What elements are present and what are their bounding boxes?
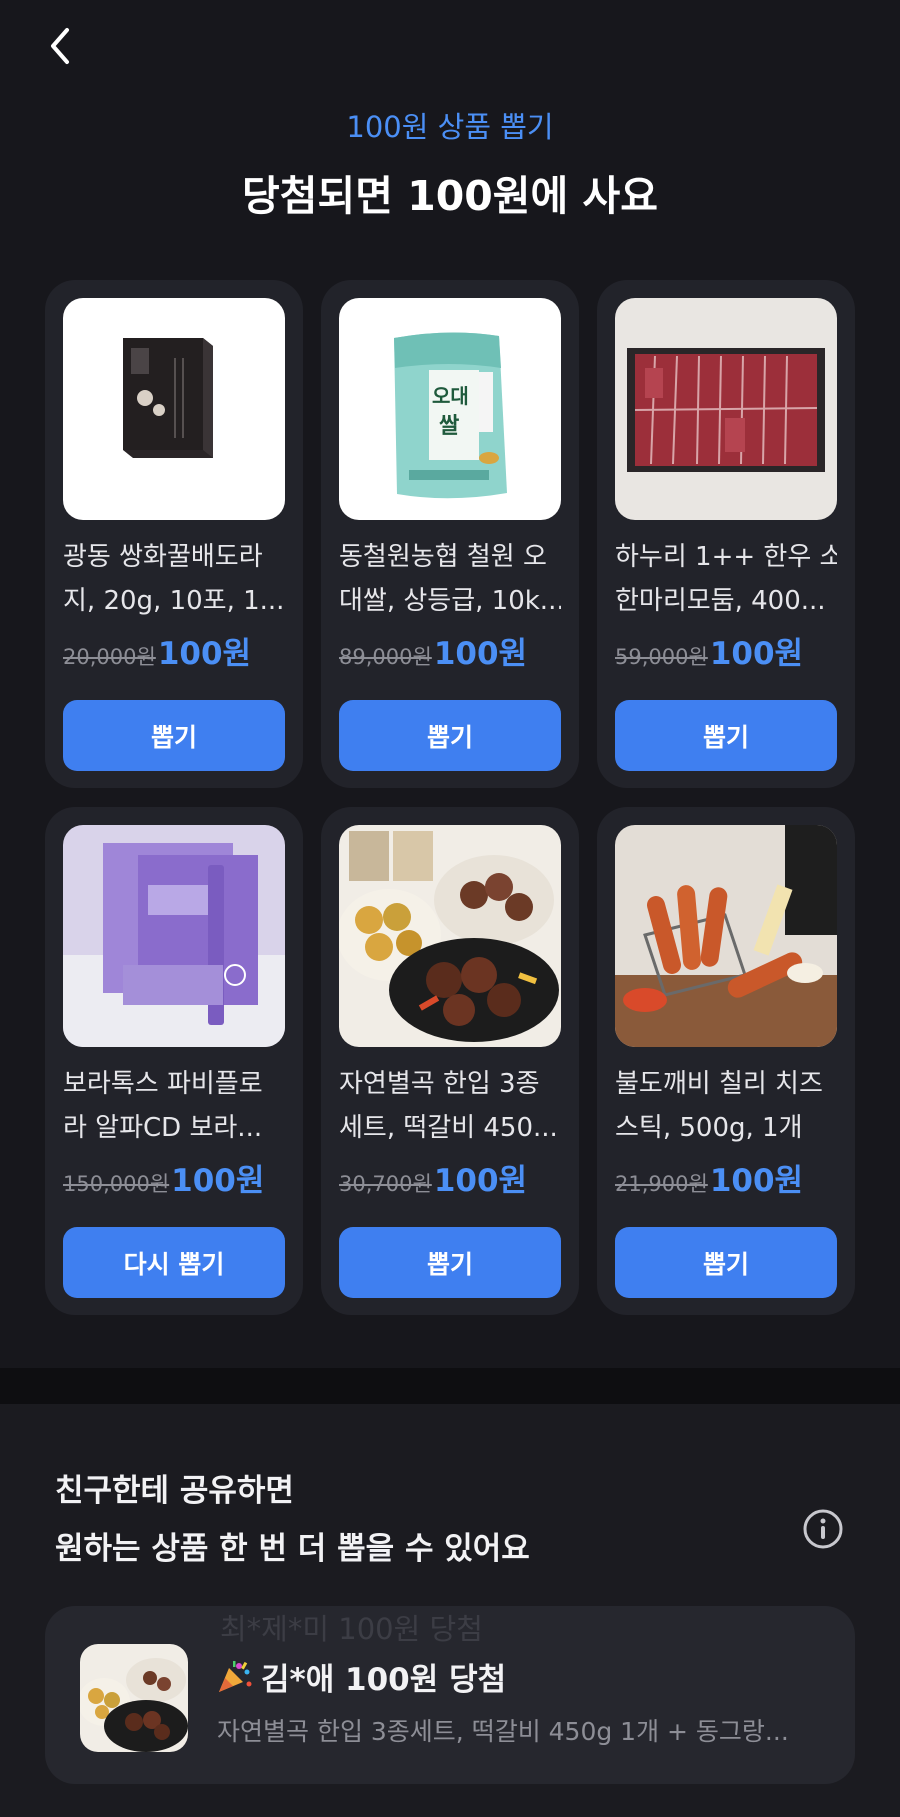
draw-button[interactable]: 뽑기 — [63, 700, 285, 771]
sale-price: 100원 — [709, 1163, 804, 1199]
price-row: 150,000원 100원 — [63, 1155, 303, 1200]
product-name: 동철원농협 철원 오 대쌀, 상등급, 10k... — [339, 542, 561, 616]
product-image-cheese-sticks — [615, 825, 837, 1047]
draw-button[interactable]: 뽑기 — [615, 700, 837, 771]
svg-text:쌀: 쌀 — [439, 414, 459, 439]
original-price: 89,000원 — [339, 645, 432, 669]
price-row: 20,000원 100원 — [63, 628, 303, 673]
draw-button[interactable]: 뽑기 — [339, 700, 561, 771]
sale-price: 100원 — [157, 636, 252, 672]
price-row: 21,900원 100원 — [615, 1155, 855, 1200]
product-card[interactable]: 불도깨비 칠리 치즈 스틱, 500g, 1개 21,900원 100원 뽑기 — [597, 807, 855, 1315]
winner-line: 김*애 100원 당첨 — [215, 1654, 506, 1699]
share-heading-line2: 원하는 상품 한 번 더 뽑을 수 있어요 — [55, 1531, 530, 1567]
winner-ticker[interactable]: 최*제*미 100원 당첨 김*애 100원 당첨 자연별곡 한입 3종세트, … — [45, 1606, 855, 1784]
sale-price: 100원 — [433, 636, 528, 672]
product-name: 보라톡스 파비플로 라 알파CD 보라... — [63, 1069, 263, 1143]
product-name: 광동 쌍화꿀배도라 지, 20g, 10포, 1... — [63, 542, 285, 616]
price-row: 30,700원 100원 — [339, 1155, 579, 1200]
info-circle-icon[interactable] — [802, 1508, 844, 1550]
product-image-rice-bag: 오대 쌀 — [339, 298, 561, 520]
section-divider — [0, 1368, 900, 1404]
product-image-tteokgalbi — [339, 825, 561, 1047]
original-price: 59,000원 — [615, 645, 708, 669]
winner-product-image — [80, 1644, 188, 1752]
product-card[interactable]: 자연별곡 한입 3종 세트, 떡갈비 450... 30,700원 100원 뽑… — [321, 807, 579, 1315]
price-row: 59,000원 100원 — [615, 628, 855, 673]
svg-text:오대: 오대 — [432, 384, 469, 408]
page-subtitle: 100원 상품 뽑기 — [346, 110, 554, 144]
original-price: 21,900원 — [615, 1172, 708, 1196]
product-card[interactable]: 보라톡스 파비플로 라 알파CD 보라... 150,000원 100원 다시 … — [45, 807, 303, 1315]
product-card[interactable]: 하누리 1++ 한우 소 한마리모둠, 400... 59,000원 100원 … — [597, 280, 855, 788]
sale-price: 100원 — [433, 1163, 528, 1199]
sale-price: 100원 — [709, 636, 804, 672]
product-card[interactable]: 광동 쌍화꿀배도라 지, 20g, 10포, 1... 20,000원 100원… — [45, 280, 303, 788]
original-price: 150,000원 — [63, 1172, 170, 1196]
redraw-button[interactable]: 다시 뽑기 — [63, 1227, 285, 1298]
product-name: 자연별곡 한입 3종 세트, 떡갈비 450... — [339, 1069, 558, 1143]
sale-price: 100원 — [171, 1163, 265, 1199]
price-row: 89,000원 100원 — [339, 628, 579, 673]
page-title: 당첨되면 100원에 사요 — [242, 172, 658, 220]
draw-button[interactable]: 뽑기 — [615, 1227, 837, 1298]
chevron-left-icon — [51, 28, 69, 64]
product-image-beef-tray — [615, 298, 837, 520]
original-price: 30,700원 — [339, 1172, 432, 1196]
back-button[interactable] — [40, 24, 84, 68]
draw-button[interactable]: 뽑기 — [339, 1227, 561, 1298]
share-heading-line1: 친구한테 공유하면 — [55, 1473, 294, 1509]
winner-text: 김*애 100원 당첨 — [261, 1662, 507, 1698]
winner-product-name: 자연별곡 한입 3종세트, 떡갈비 450g 1개 + 동그랑... — [217, 1717, 789, 1746]
previous-winner-text: 최*제*미 100원 당첨 — [220, 1612, 483, 1646]
original-price: 20,000원 — [63, 645, 156, 669]
product-image-purple-supplement — [63, 825, 285, 1047]
product-image-honey-drink — [63, 298, 285, 520]
product-card[interactable]: 오대 쌀 동철원농협 철원 오 대쌀, 상등급, 10k... 89,000원 … — [321, 280, 579, 788]
share-heading: 친구한테 공유하면 원하는 상품 한 번 더 뽑을 수 있어요 — [55, 1462, 530, 1578]
party-popper-icon — [219, 1660, 252, 1692]
product-name: 하누리 1++ 한우 소 한마리모둠, 400... — [615, 542, 837, 616]
product-name: 불도깨비 칠리 치즈 스틱, 500g, 1개 — [615, 1069, 823, 1143]
